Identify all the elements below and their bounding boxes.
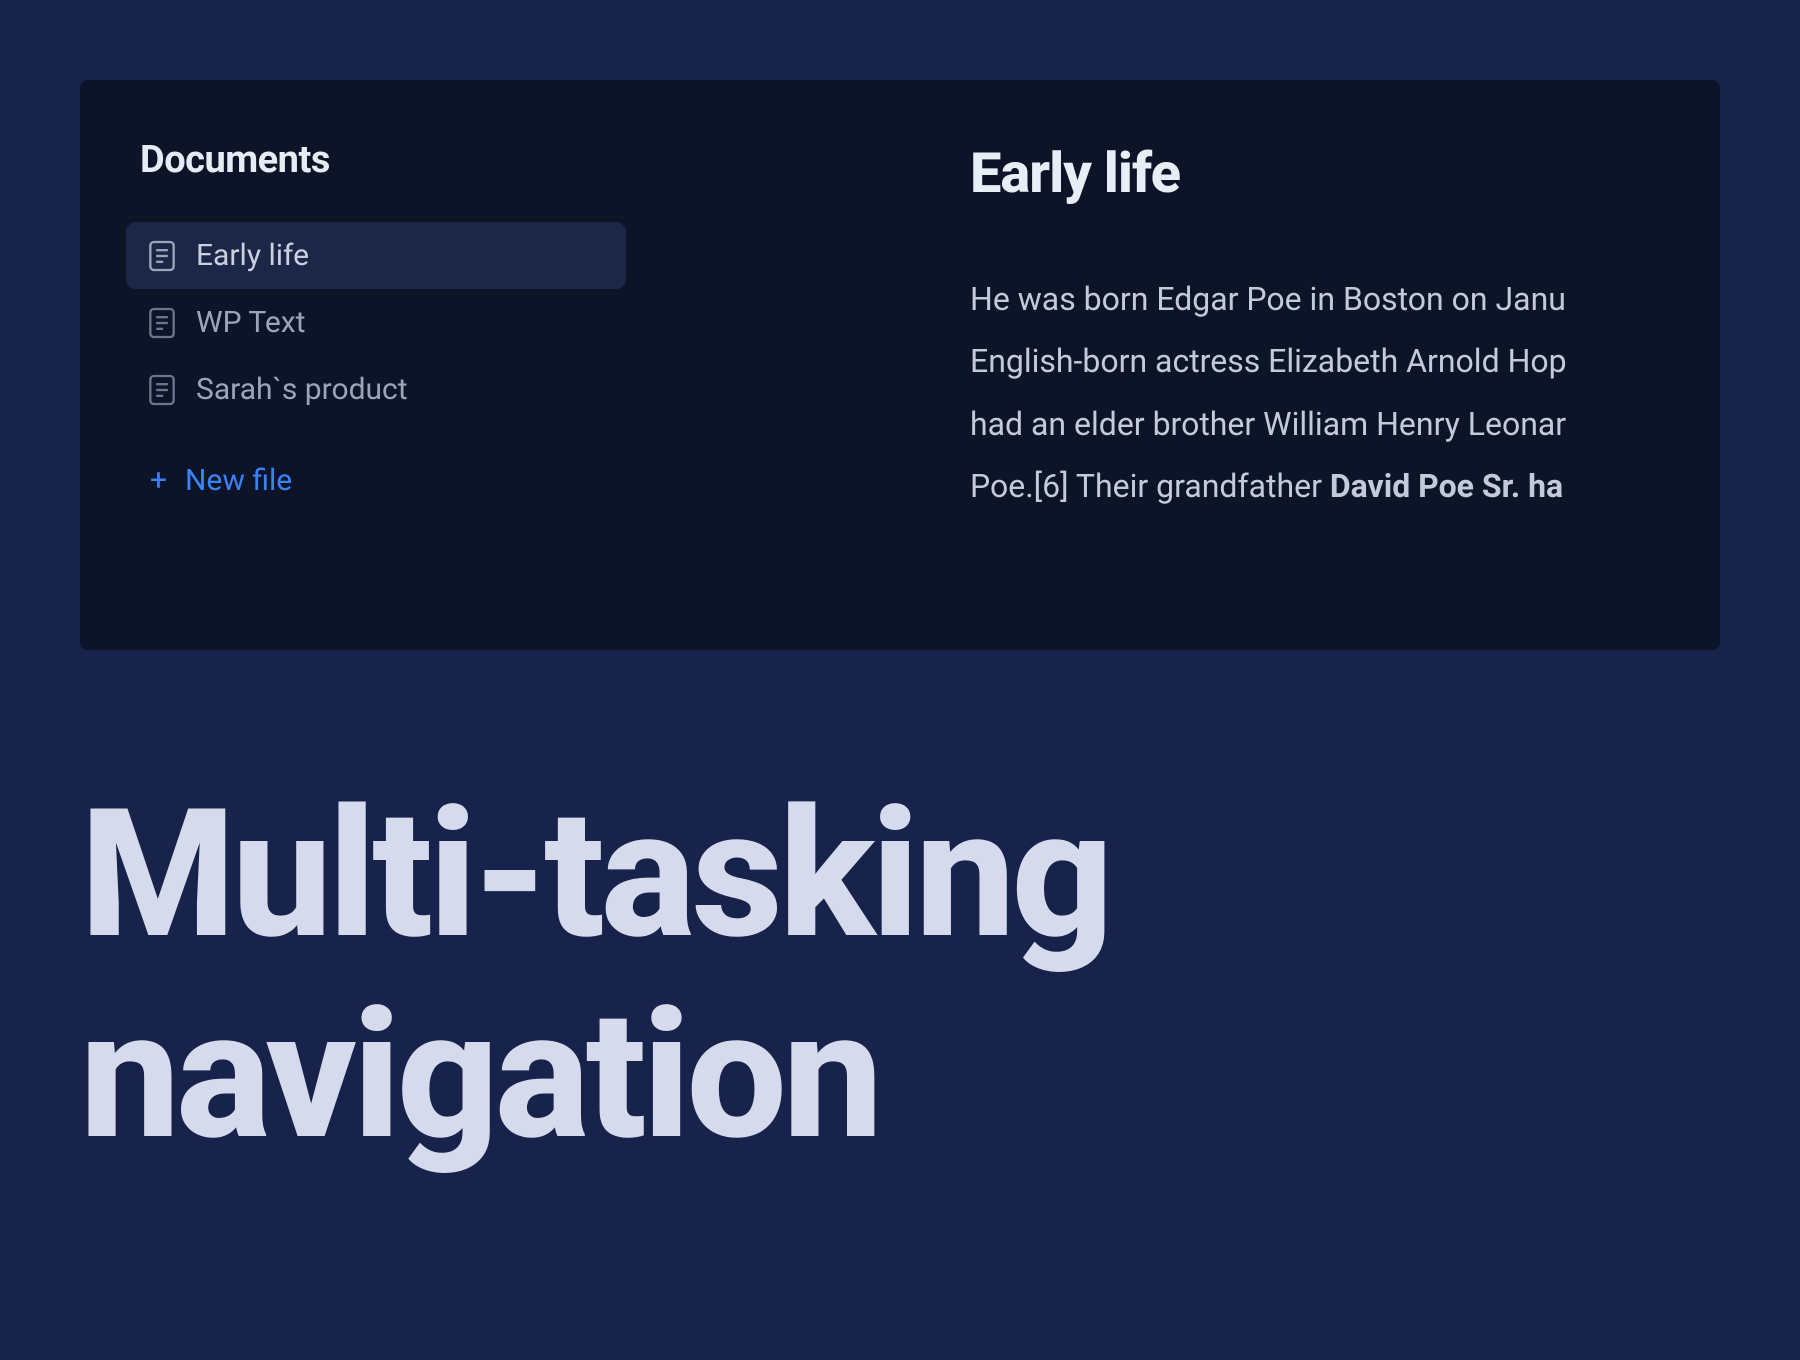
- document-list: Early life WP Text: [126, 222, 740, 423]
- content-line: Poe.[6] Their grandfather David Poe Sr. …: [970, 455, 1720, 517]
- content-line: had an elder brother William Henry Leona…: [970, 393, 1720, 455]
- content-title: Early life: [970, 140, 1720, 206]
- app-card: Documents Early life: [80, 80, 1720, 650]
- document-icon: [148, 239, 176, 273]
- document-icon: [148, 373, 176, 407]
- content-body: He was born Edgar Poe in Boston on Janu …: [970, 268, 1720, 518]
- plus-icon: +: [150, 466, 167, 496]
- sidebar: Documents Early life: [80, 80, 800, 650]
- hero-title: Multi-tasking navigation: [80, 775, 1109, 1177]
- document-item-label: WP Text: [196, 305, 305, 340]
- hero-title-line2: navigation: [80, 972, 879, 1180]
- document-icon: [148, 306, 176, 340]
- content-line: He was born Edgar Poe in Boston on Janu: [970, 268, 1720, 330]
- sidebar-title: Documents: [140, 138, 740, 182]
- new-file-label: New file: [185, 463, 292, 498]
- document-item-sarahs-product[interactable]: Sarah`s product: [126, 356, 626, 423]
- content-area: Early life He was born Edgar Poe in Bost…: [800, 80, 1720, 650]
- document-item-early-life[interactable]: Early life: [126, 222, 626, 289]
- content-line: English-born actress Elizabeth Arnold Ho…: [970, 330, 1720, 392]
- document-item-wp-text[interactable]: WP Text: [126, 289, 626, 356]
- document-item-label: Sarah`s product: [196, 372, 408, 407]
- document-item-label: Early life: [196, 238, 309, 273]
- hero-title-line1: Multi-tasking: [80, 771, 1109, 979]
- new-file-button[interactable]: + New file: [140, 453, 740, 508]
